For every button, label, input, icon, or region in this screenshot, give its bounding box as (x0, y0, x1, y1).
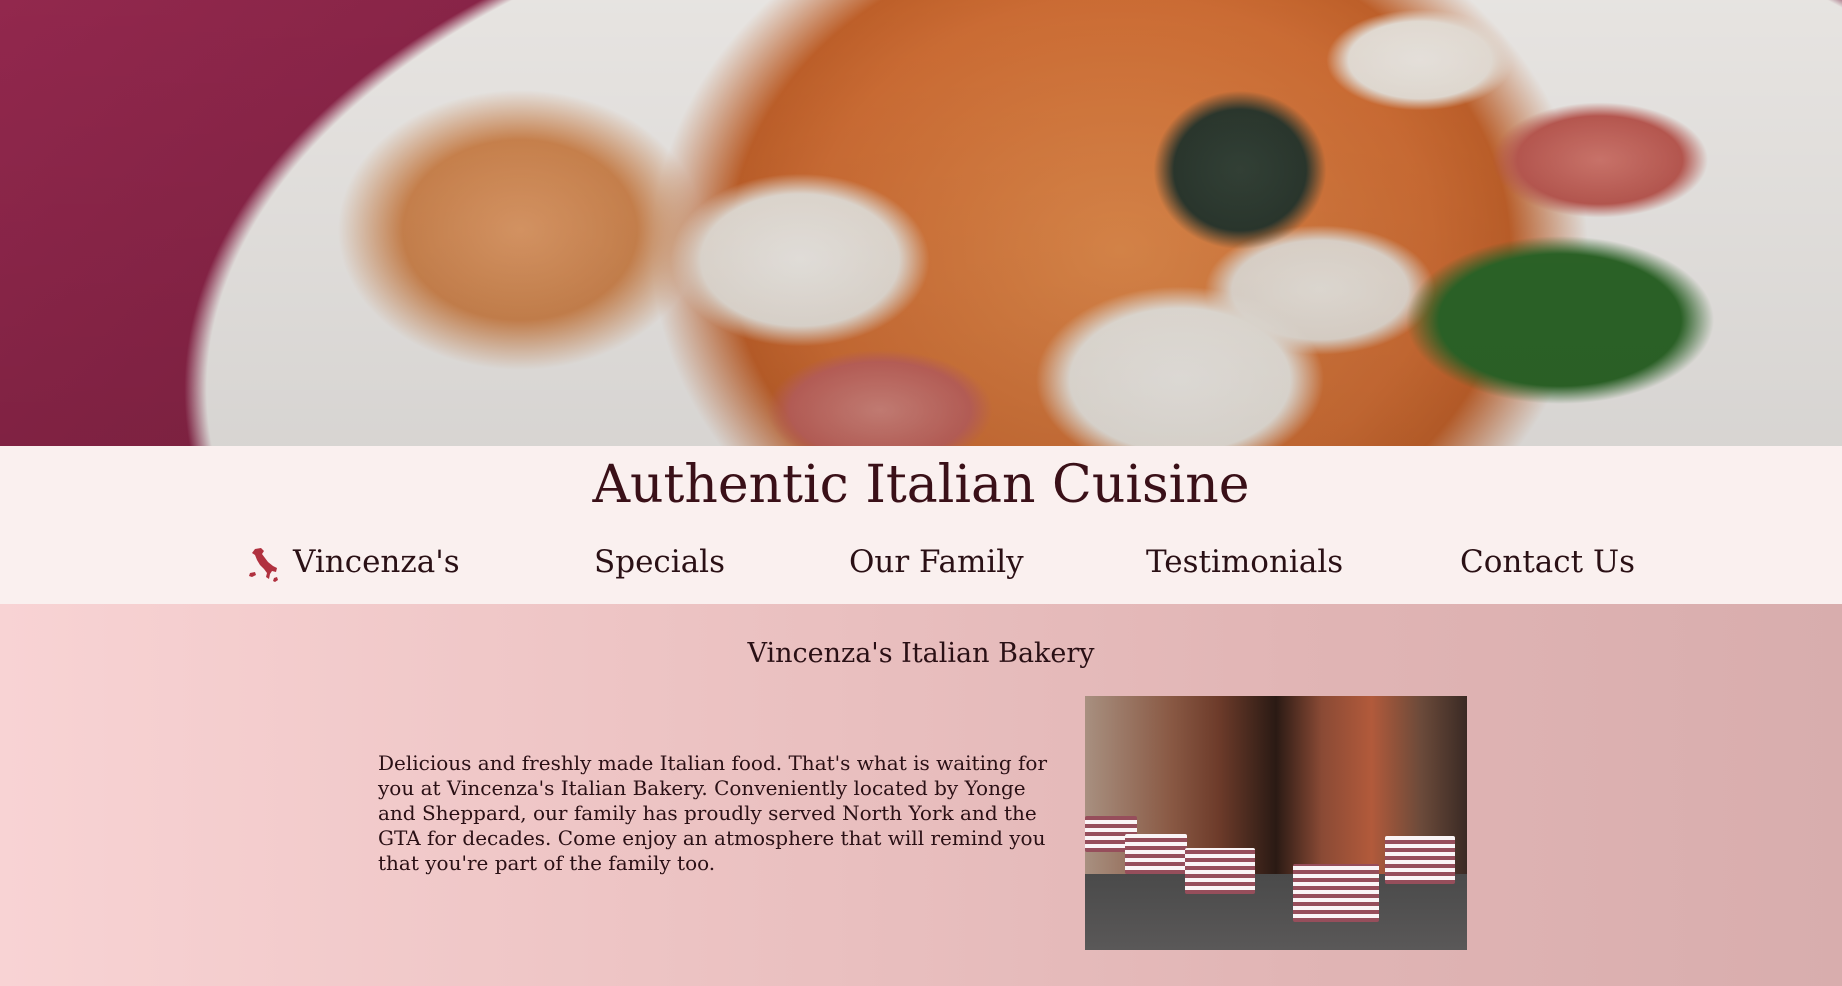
main-nav: Vincenza's Specials Our Family Testimoni… (0, 532, 1842, 592)
nav-item-specials[interactable]: Specials (594, 532, 725, 592)
page-title: Authentic Italian Cuisine (592, 455, 1250, 515)
nav-item-our-family[interactable]: Our Family (849, 532, 1024, 592)
table-image-element (1185, 848, 1255, 894)
nav-brand-link[interactable]: Vincenza's (293, 532, 460, 592)
hero-image (0, 0, 1842, 446)
section-title: Vincenza's Italian Bakery (747, 638, 1095, 669)
table-image-element (1125, 834, 1187, 874)
italy-map-icon (249, 548, 278, 582)
hero-overlay (0, 0, 1842, 446)
description-text: Delicious and freshly made Italian food.… (378, 751, 1048, 875)
table-image-element (1293, 864, 1379, 922)
main-content: Vincenza's Italian Bakery Delicious and … (0, 604, 1842, 986)
nav-item-contact-us[interactable]: Contact Us (1460, 532, 1635, 592)
restaurant-photo (1085, 696, 1467, 950)
nav-item-testimonials[interactable]: Testimonials (1146, 532, 1343, 592)
site-header: Authentic Italian Cuisine Vincenza's Spe… (0, 446, 1842, 604)
table-image-element (1385, 836, 1455, 884)
